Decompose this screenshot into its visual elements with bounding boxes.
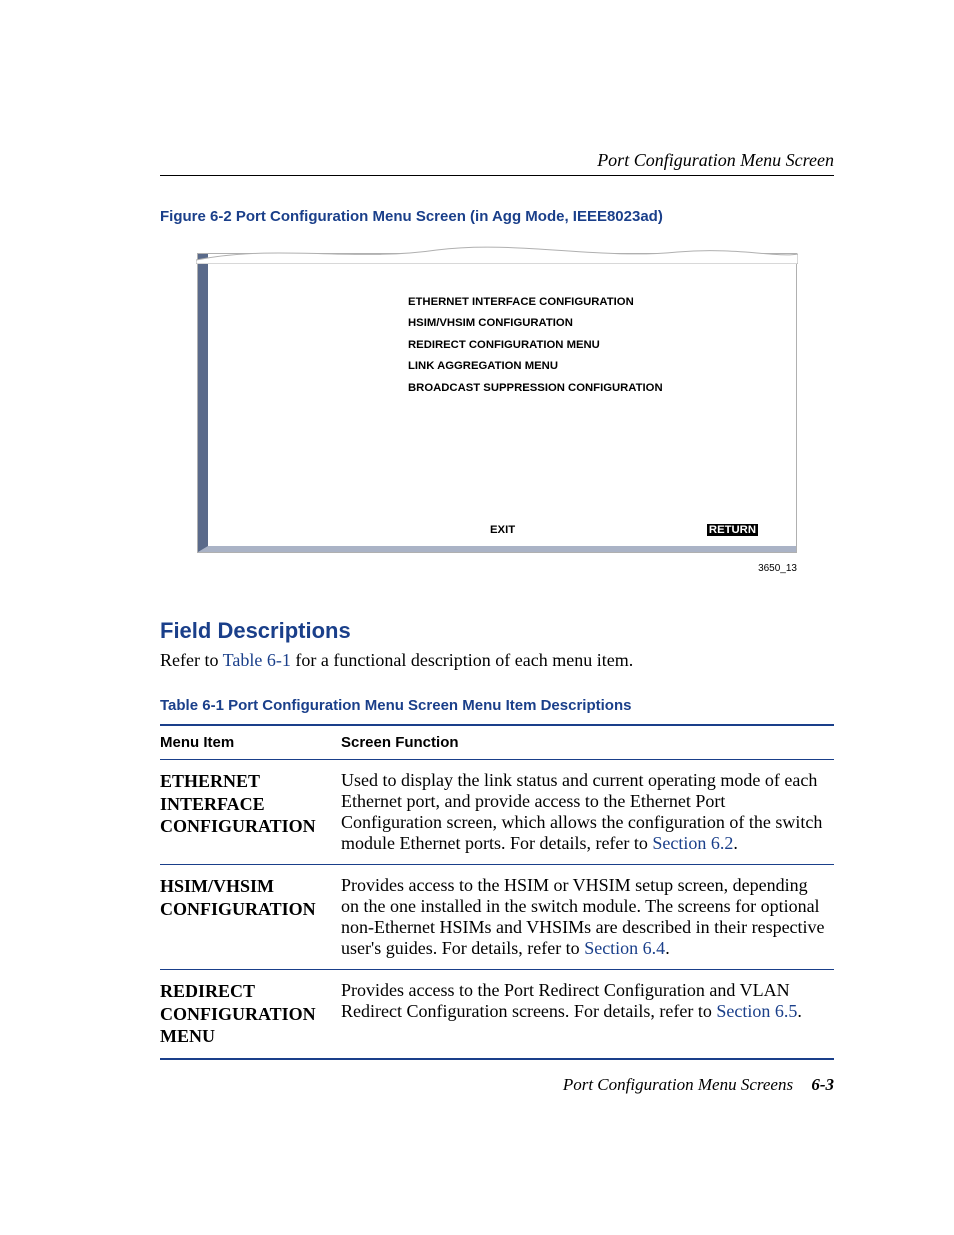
- menu-item[interactable]: LINK AGGREGATION MENU: [408, 356, 663, 377]
- page-number: 6-3: [797, 1075, 834, 1094]
- menu-screenshot: ETHERNET INTERFACE CONFIGURATION HSIM/VH…: [197, 253, 797, 553]
- menu-list: ETHERNET INTERFACE CONFIGURATION HSIM/VH…: [408, 292, 663, 399]
- description-cell: Provides access to the Port Redirect Con…: [341, 970, 834, 1059]
- description-text: .: [665, 938, 670, 958]
- description-cell: Provides access to the HSIM or VHSIM set…: [341, 865, 834, 970]
- table-header-menu-item: Menu Item: [160, 725, 341, 760]
- description-cell: Used to display the link status and curr…: [341, 760, 834, 865]
- figure-ref: 3650_13: [197, 563, 797, 574]
- table-caption: Table 6-1 Port Configuration Menu Screen…: [160, 697, 834, 714]
- menu-item-cell: HSIM/VHSIM CONFIGURATION: [160, 865, 341, 970]
- torn-edge: [196, 240, 798, 264]
- screen-frame: ETHERNET INTERFACE CONFIGURATION HSIM/VH…: [197, 253, 797, 553]
- menu-item[interactable]: HSIM/VHSIM CONFIGURATION: [408, 313, 663, 334]
- section-ref-link[interactable]: Section 6.2: [652, 833, 733, 853]
- intro-text: for a functional description of each men…: [291, 650, 633, 670]
- running-header: Port Configuration Menu Screen: [160, 150, 834, 176]
- section-ref-link[interactable]: Section 6.5: [716, 1001, 797, 1021]
- intro-text: Refer to: [160, 650, 223, 670]
- page-footer: Port Configuration Menu Screens 6-3: [160, 1075, 834, 1095]
- figure-caption: Figure 6-2 Port Configuration Menu Scree…: [160, 208, 834, 225]
- section-heading: Field Descriptions: [160, 618, 834, 644]
- menu-item-cell: REDIRECT CONFIGURATION MENU: [160, 970, 341, 1059]
- description-text: .: [733, 833, 738, 853]
- section-intro: Refer to Table 6-1 for a functional desc…: [160, 650, 834, 671]
- exit-button[interactable]: EXIT: [490, 524, 515, 536]
- table-row: REDIRECT CONFIGURATION MENU Provides acc…: [160, 970, 834, 1059]
- return-button[interactable]: RETURN: [707, 524, 758, 536]
- table-row: ETHERNET INTERFACE CONFIGURATION Used to…: [160, 760, 834, 865]
- menu-item[interactable]: BROADCAST SUPPRESSION CONFIGURATION: [408, 378, 663, 399]
- table-header-screen-function: Screen Function: [341, 725, 834, 760]
- menu-item-cell: ETHERNET INTERFACE CONFIGURATION: [160, 760, 341, 865]
- description-table: Menu Item Screen Function ETHERNET INTER…: [160, 724, 834, 1060]
- table-ref-link[interactable]: Table 6-1: [223, 650, 291, 670]
- description-text: Provides access to the HSIM or VHSIM set…: [341, 875, 825, 958]
- table-row: HSIM/VHSIM CONFIGURATION Provides access…: [160, 865, 834, 970]
- section-ref-link[interactable]: Section 6.4: [584, 938, 665, 958]
- menu-item[interactable]: ETHERNET INTERFACE CONFIGURATION: [408, 292, 663, 313]
- menu-item[interactable]: REDIRECT CONFIGURATION MENU: [408, 335, 663, 356]
- description-text: Used to display the link status and curr…: [341, 770, 822, 853]
- description-text: .: [797, 1001, 802, 1021]
- footer-text: Port Configuration Menu Screens: [563, 1075, 793, 1094]
